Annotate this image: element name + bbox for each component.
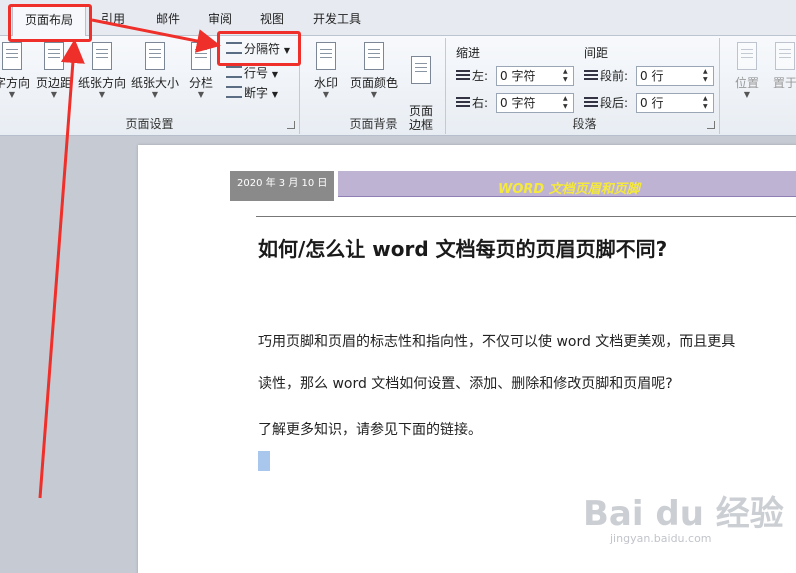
- header-divider: [256, 216, 796, 217]
- hyphenation-button[interactable]: 断字 ▼: [226, 84, 278, 102]
- watermark-button[interactable]: 水印 ▼: [308, 42, 344, 100]
- columns-label: 分栏: [188, 76, 213, 90]
- page-borders-icon: [408, 56, 434, 86]
- columns-button[interactable]: 分栏 ▼: [185, 42, 217, 100]
- spacing-after-field[interactable]: 0 行 ▲ ▼: [636, 93, 714, 113]
- hyphenation-label: 断字: [244, 86, 269, 100]
- orientation-button[interactable]: 纸张方向 ▼: [76, 42, 128, 100]
- dropdown-arrow-icon: ▼: [8, 90, 16, 99]
- highlight-page-layout-tab: [8, 4, 92, 42]
- paper-size-label: 纸张大小: [130, 76, 179, 90]
- line-numbers-label: 行号: [244, 66, 269, 80]
- dropdown-arrow-icon: ▼: [322, 90, 330, 99]
- body-paragraph-1: 巧用页脚和页眉的标志性和指向性，不仅可以使 word 文档更美观，而且更具: [258, 334, 736, 350]
- line-numbers-icon: [226, 66, 242, 78]
- group-page-background: 水印 ▼ 页面颜色 ▼ 页面 边框 页面背景: [302, 38, 446, 134]
- tab-references[interactable]: 引用: [101, 10, 125, 27]
- paper-size-icon: [142, 42, 168, 72]
- line-numbers-button[interactable]: 行号 ▼: [226, 64, 278, 82]
- tab-view[interactable]: 视图: [260, 10, 284, 27]
- dropdown-arrow-icon: ▼: [370, 90, 378, 99]
- tab-review[interactable]: 审阅: [208, 10, 232, 27]
- dialog-launcher-icon[interactable]: [287, 121, 295, 129]
- margins-label: 页边距: [35, 76, 72, 90]
- spinner-arrows-icon[interactable]: ▲ ▼: [703, 68, 711, 84]
- page-color-label: 页面颜色: [349, 76, 398, 90]
- dropdown-arrow-icon: ▼: [50, 90, 58, 99]
- body-paragraph-2: 读性，那么 word 文档如何设置、添加、删除和修改页脚和页眉呢?: [258, 376, 673, 392]
- spacing-before-field[interactable]: 0 行 ▲ ▼: [636, 66, 714, 86]
- spacing-before-label: 段前:: [584, 66, 628, 86]
- indent-right-icon: [456, 97, 470, 109]
- ribbon: 字方向▼ 页边距▼ 纸张方向▼ 纸张大小▼ 分栏▼ 分隔符 ▼ 行号 ▼ 断字 …: [0, 36, 796, 136]
- header-date: 2020 年 3 月 10 日: [230, 171, 334, 201]
- indent-left-field[interactable]: 0 字符 ▲ ▼: [496, 66, 574, 86]
- text-direction-button[interactable]: 字方向▼: [0, 42, 32, 100]
- spacing-after-icon: [584, 97, 598, 109]
- page-background-group-label: 页面背景: [349, 117, 398, 131]
- orientation-icon: [89, 42, 115, 72]
- position-button[interactable]: 位置 ▼: [730, 42, 764, 100]
- tab-mailings[interactable]: 邮件: [156, 10, 180, 27]
- group-paragraph: 缩进 间距 左: 0 字符 ▲ ▼ 右: 0 字符 ▲ ▼ 段前: 0 行 ▲ ▼ 段后: …: [450, 38, 720, 134]
- dropdown-arrow-icon: ▼: [197, 90, 205, 99]
- bring-forward-icon: [772, 42, 796, 72]
- body-paragraph-3: 了解更多知识，请参见下面的链接。: [258, 422, 482, 438]
- page-color-button[interactable]: 页面颜色 ▼: [348, 42, 400, 100]
- watermark-icon: [313, 42, 339, 72]
- page-color-icon: [361, 42, 387, 72]
- bring-forward-button[interactable]: 置于: [768, 42, 796, 90]
- spacing-after-label: 段后:: [584, 93, 628, 113]
- margins-button[interactable]: 页边距 ▼: [34, 42, 74, 100]
- dropdown-arrow-icon: ▼: [151, 90, 159, 99]
- orientation-label: 纸张方向: [77, 76, 126, 90]
- indent-left-label: 左:: [456, 66, 488, 86]
- group-arrange: 位置 ▼ 置于: [724, 38, 796, 134]
- paragraph-group-label: 段落: [572, 117, 597, 131]
- spinner-arrows-icon[interactable]: ▲ ▼: [703, 95, 711, 111]
- document-title: 如何/怎么让 word 文档每页的页眉页脚不同?: [258, 237, 668, 261]
- baidu-watermark-url: jingyan.baidu.com: [610, 532, 712, 545]
- text-direction-label: 字方向: [0, 76, 30, 90]
- indent-left-icon: [456, 70, 470, 82]
- header-title: WORD 文档页眉和页脚: [498, 182, 640, 197]
- page-setup-group-label: 页面设置: [125, 117, 174, 131]
- spacing-before-icon: [584, 70, 598, 82]
- baidu-watermark: Bai du 经验: [583, 494, 784, 534]
- tab-developer[interactable]: 开发工具: [313, 10, 361, 27]
- position-label: 位置: [734, 76, 759, 90]
- paper-size-button[interactable]: 纸张大小 ▼: [129, 42, 181, 100]
- hyphenation-icon: [226, 86, 242, 98]
- text-cursor-selection: [258, 451, 270, 471]
- text-direction-icon: [0, 42, 25, 72]
- dropdown-arrow-icon: ▼: [743, 90, 751, 99]
- watermark-label: 水印: [313, 76, 338, 90]
- columns-icon: [188, 42, 214, 72]
- dialog-launcher-icon[interactable]: [707, 121, 715, 129]
- highlight-breaks-button: [217, 31, 301, 66]
- indent-right-label: 右:: [456, 93, 488, 113]
- ribbon-tab-bar: 页面布局 引用 邮件 审阅 视图 开发工具: [0, 0, 796, 37]
- spinner-arrows-icon[interactable]: ▲ ▼: [563, 95, 571, 111]
- dropdown-arrow-icon: ▼: [271, 70, 278, 79]
- bring-forward-label: 置于: [772, 76, 796, 90]
- spinner-arrows-icon[interactable]: ▲ ▼: [563, 68, 571, 84]
- position-icon: [734, 42, 760, 72]
- spacing-heading: 间距: [584, 46, 609, 60]
- indent-heading: 缩进: [456, 46, 481, 60]
- indent-right-field[interactable]: 0 字符 ▲ ▼: [496, 93, 574, 113]
- margins-icon: [41, 42, 67, 72]
- dropdown-arrow-icon: ▼: [98, 90, 106, 99]
- dropdown-arrow-icon: ▼: [271, 90, 278, 99]
